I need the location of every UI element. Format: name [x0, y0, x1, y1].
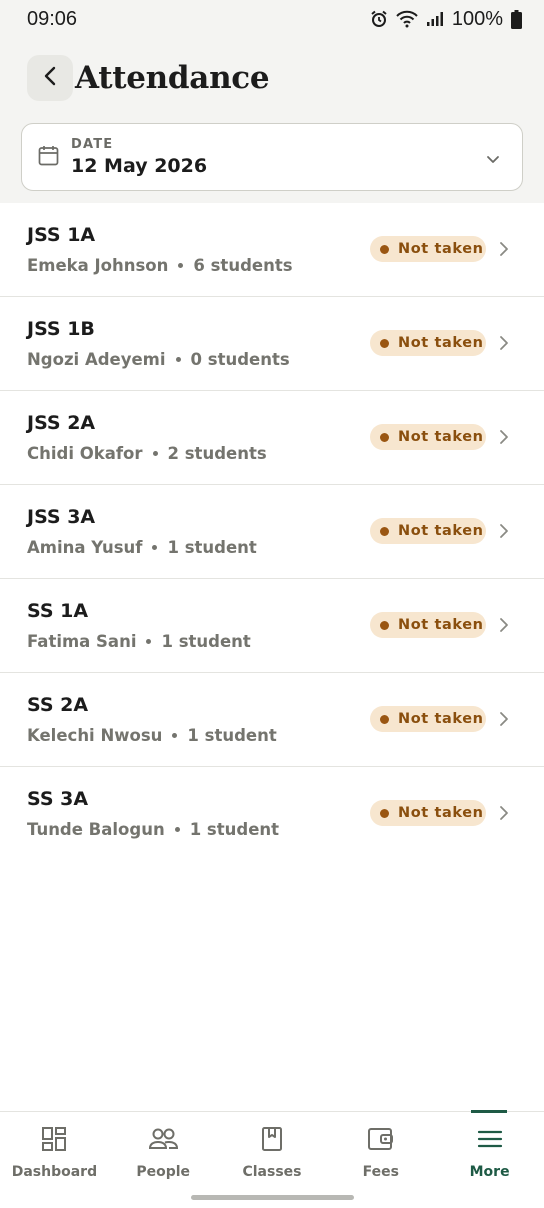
chevron-right-icon: [499, 805, 509, 825]
home-indicator[interactable]: [191, 1195, 354, 1200]
teacher-name: Tunde Balogun: [27, 820, 165, 839]
battery-icon: [511, 9, 522, 29]
student-count: 1 student: [161, 632, 251, 651]
status-text: Not taken: [398, 805, 484, 821]
status-dot: [380, 526, 389, 536]
separator-dot: [146, 639, 152, 644]
student-count: 0 students: [190, 350, 290, 369]
separator-dot: [172, 733, 178, 738]
menu-icon: [477, 1126, 503, 1156]
status-bar: 09:06 100%: [0, 0, 544, 38]
date-text: DATE 12 May 2026: [71, 137, 207, 177]
nav-dashboard[interactable]: Dashboard: [0, 1112, 109, 1208]
status-text: Not taken: [398, 429, 484, 445]
signal-icon: [426, 11, 444, 27]
separator-dot: [175, 357, 181, 362]
teacher-name: Kelechi Nwosu: [27, 726, 163, 745]
status-badge: Not taken: [370, 236, 486, 262]
teacher-name: Amina Yusuf: [27, 538, 143, 557]
status-dot: [380, 432, 389, 442]
class-list: JSS 1A Emeka Johnson 6 students Not take…: [0, 203, 544, 861]
calendar-icon: [38, 145, 59, 170]
status-time: 09:06: [27, 7, 78, 30]
teacher-name: Emeka Johnson: [27, 256, 169, 275]
date-value: 12 May 2026: [71, 155, 208, 177]
status-badge: Not taken: [370, 612, 486, 638]
chevron-right-icon: [499, 241, 509, 261]
status-badge: Not taken: [370, 706, 486, 732]
student-count: 1 student: [189, 820, 280, 839]
status-text: Not taken: [398, 241, 484, 257]
wifi-icon: [396, 10, 418, 28]
separator-dot: [152, 451, 158, 456]
class-row[interactable]: SS 2A Kelechi Nwosu 1 student Not taken: [0, 673, 544, 767]
people-icon: [148, 1126, 179, 1156]
top-area: 09:06 100% Attendance DATE 12 May 2026: [0, 0, 544, 203]
status-dot: [380, 620, 389, 630]
student-count: 6 students: [193, 256, 293, 275]
date-label: DATE: [71, 137, 114, 152]
status-dot: [380, 714, 389, 724]
status-icons: 100%: [370, 8, 522, 31]
separator-dot: [174, 827, 180, 832]
student-count: 2 students: [167, 444, 267, 463]
student-count: 1 student: [167, 538, 257, 557]
status-text: Not taken: [398, 523, 484, 539]
status-text: Not taken: [398, 711, 484, 727]
nav-fees[interactable]: Fees: [326, 1112, 435, 1208]
separator-dot: [152, 545, 158, 550]
status-badge: Not taken: [370, 424, 486, 450]
status-badge: Not taken: [370, 518, 486, 544]
wallet-icon: [367, 1126, 395, 1156]
bottom-nav: Dashboard People Classes Fees More: [0, 1110, 544, 1208]
chevron-right-icon: [499, 617, 509, 637]
teacher-name: Chidi Okafor: [27, 444, 143, 463]
back-button[interactable]: [27, 55, 73, 101]
class-row[interactable]: JSS 3A Amina Yusuf 1 student Not taken: [0, 485, 544, 579]
status-dot: [380, 244, 389, 254]
chevron-right-icon: [499, 429, 509, 449]
active-indicator: [471, 1110, 508, 1113]
status-text: Not taken: [398, 335, 484, 351]
separator-dot: [178, 263, 184, 268]
chevron-right-icon: [499, 335, 509, 355]
class-row[interactable]: JSS 2A Chidi Okafor 2 students Not taken: [0, 391, 544, 485]
classes-icon: [259, 1126, 285, 1156]
nav-label: Dashboard: [11, 1164, 98, 1180]
date-picker[interactable]: DATE 12 May 2026: [21, 123, 523, 191]
page-title: Attendance: [75, 60, 270, 96]
class-row[interactable]: JSS 1B Ngozi Adeyemi 0 students Not take…: [0, 297, 544, 391]
class-row[interactable]: SS 1A Fatima Sani 1 student Not taken: [0, 579, 544, 673]
nav-label: People: [136, 1164, 191, 1180]
nav-label: Fees: [362, 1164, 399, 1180]
class-row[interactable]: SS 3A Tunde Balogun 1 student Not taken: [0, 767, 544, 861]
status-badge: Not taken: [370, 330, 486, 356]
alarm-icon: [370, 10, 388, 28]
teacher-name: Fatima Sani: [27, 632, 137, 651]
chevron-left-icon: [43, 66, 57, 90]
dashboard-icon: [41, 1126, 67, 1156]
nav-people[interactable]: People: [109, 1112, 218, 1208]
nav-more[interactable]: More: [435, 1110, 544, 1208]
nav-label: More: [469, 1164, 510, 1180]
nav-classes[interactable]: Classes: [218, 1112, 327, 1208]
chevron-right-icon: [499, 711, 509, 731]
nav-label: Classes: [242, 1164, 302, 1180]
status-dot: [380, 808, 389, 818]
teacher-name: Ngozi Adeyemi: [27, 350, 166, 369]
status-badge: Not taken: [370, 800, 486, 826]
chevron-right-icon: [499, 523, 509, 543]
class-row[interactable]: JSS 1A Emeka Johnson 6 students Not take…: [0, 203, 544, 297]
chevron-down-icon: [486, 150, 500, 169]
status-text: Not taken: [398, 617, 484, 633]
battery-level: 100%: [451, 7, 503, 30]
status-dot: [380, 338, 389, 348]
header: Attendance: [0, 38, 544, 118]
student-count: 1 student: [187, 726, 277, 745]
